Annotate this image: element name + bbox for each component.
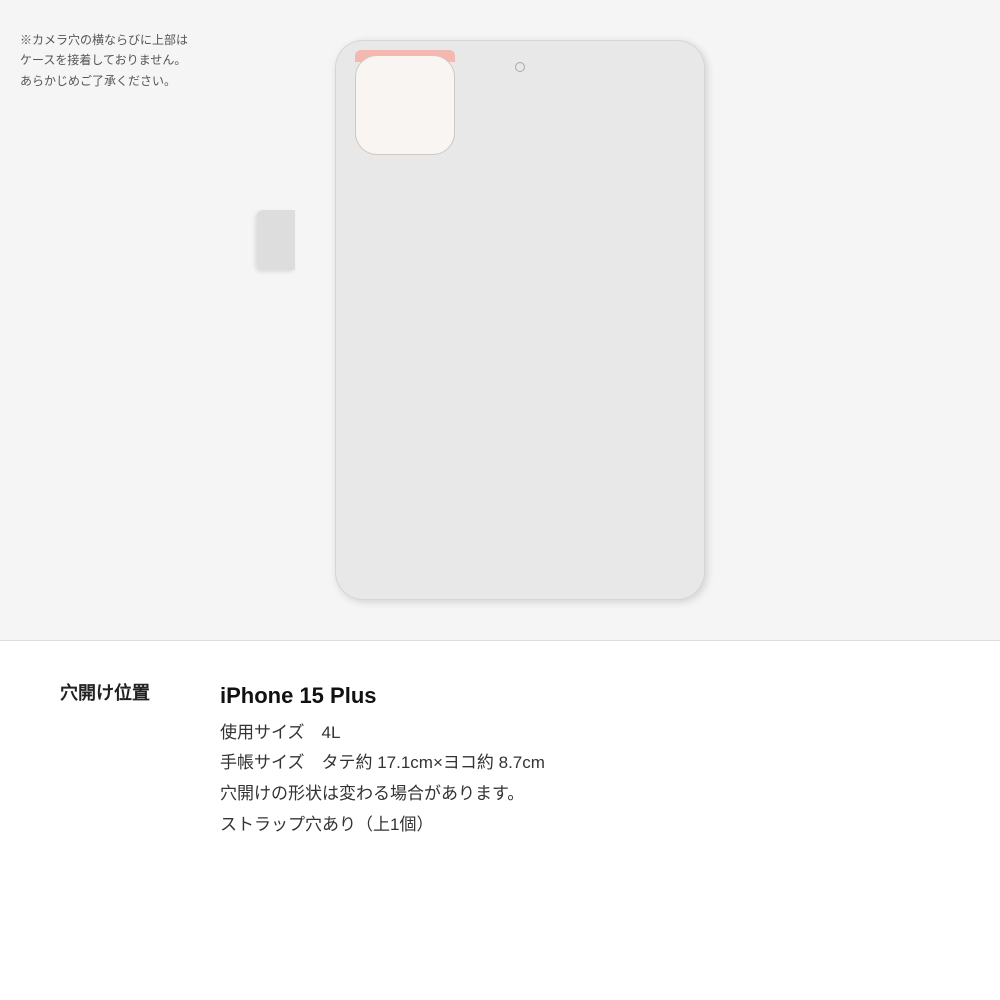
- warning-text: ※カメラ穴の横ならびに上部はケースを接着しておりません。あらかじめご了承ください…: [20, 30, 190, 91]
- page-container: ※カメラ穴の横ならびに上部はケースを接着しておりません。あらかじめご了承ください…: [0, 0, 1000, 1000]
- case-back: [335, 40, 705, 600]
- size-label: 使用サイズ 4L: [220, 718, 940, 749]
- info-label-column: 穴開け位置: [60, 681, 220, 706]
- warning-text-box: ※カメラ穴の横ならびに上部はケースを接着しておりません。あらかじめご了承ください…: [20, 30, 190, 91]
- camera-cutout: [355, 55, 455, 155]
- case-wrapper: [285, 30, 715, 610]
- model-name: iPhone 15 Plus: [220, 681, 940, 712]
- strap-tab: [257, 210, 295, 270]
- info-section: 穴開け位置 iPhone 15 Plus 使用サイズ 4L 手帳サイズ タテ約 …: [0, 641, 1000, 1000]
- strap-label: ストラップ穴あり（上1個）: [220, 810, 940, 841]
- case-image-area: ※カメラ穴の横ならびに上部はケースを接着しておりません。あらかじめご了承ください…: [0, 0, 1000, 640]
- info-label: 穴開け位置: [60, 683, 150, 703]
- hole-shape-label: 穴開けの形状は変わる場合があります。: [220, 779, 940, 810]
- strap-hole: [515, 62, 525, 72]
- dimensions-label: 手帳サイズ タテ約 17.1cm×ヨコ約 8.7cm: [220, 748, 940, 779]
- info-content-column: iPhone 15 Plus 使用サイズ 4L 手帳サイズ タテ約 17.1cm…: [220, 681, 940, 840]
